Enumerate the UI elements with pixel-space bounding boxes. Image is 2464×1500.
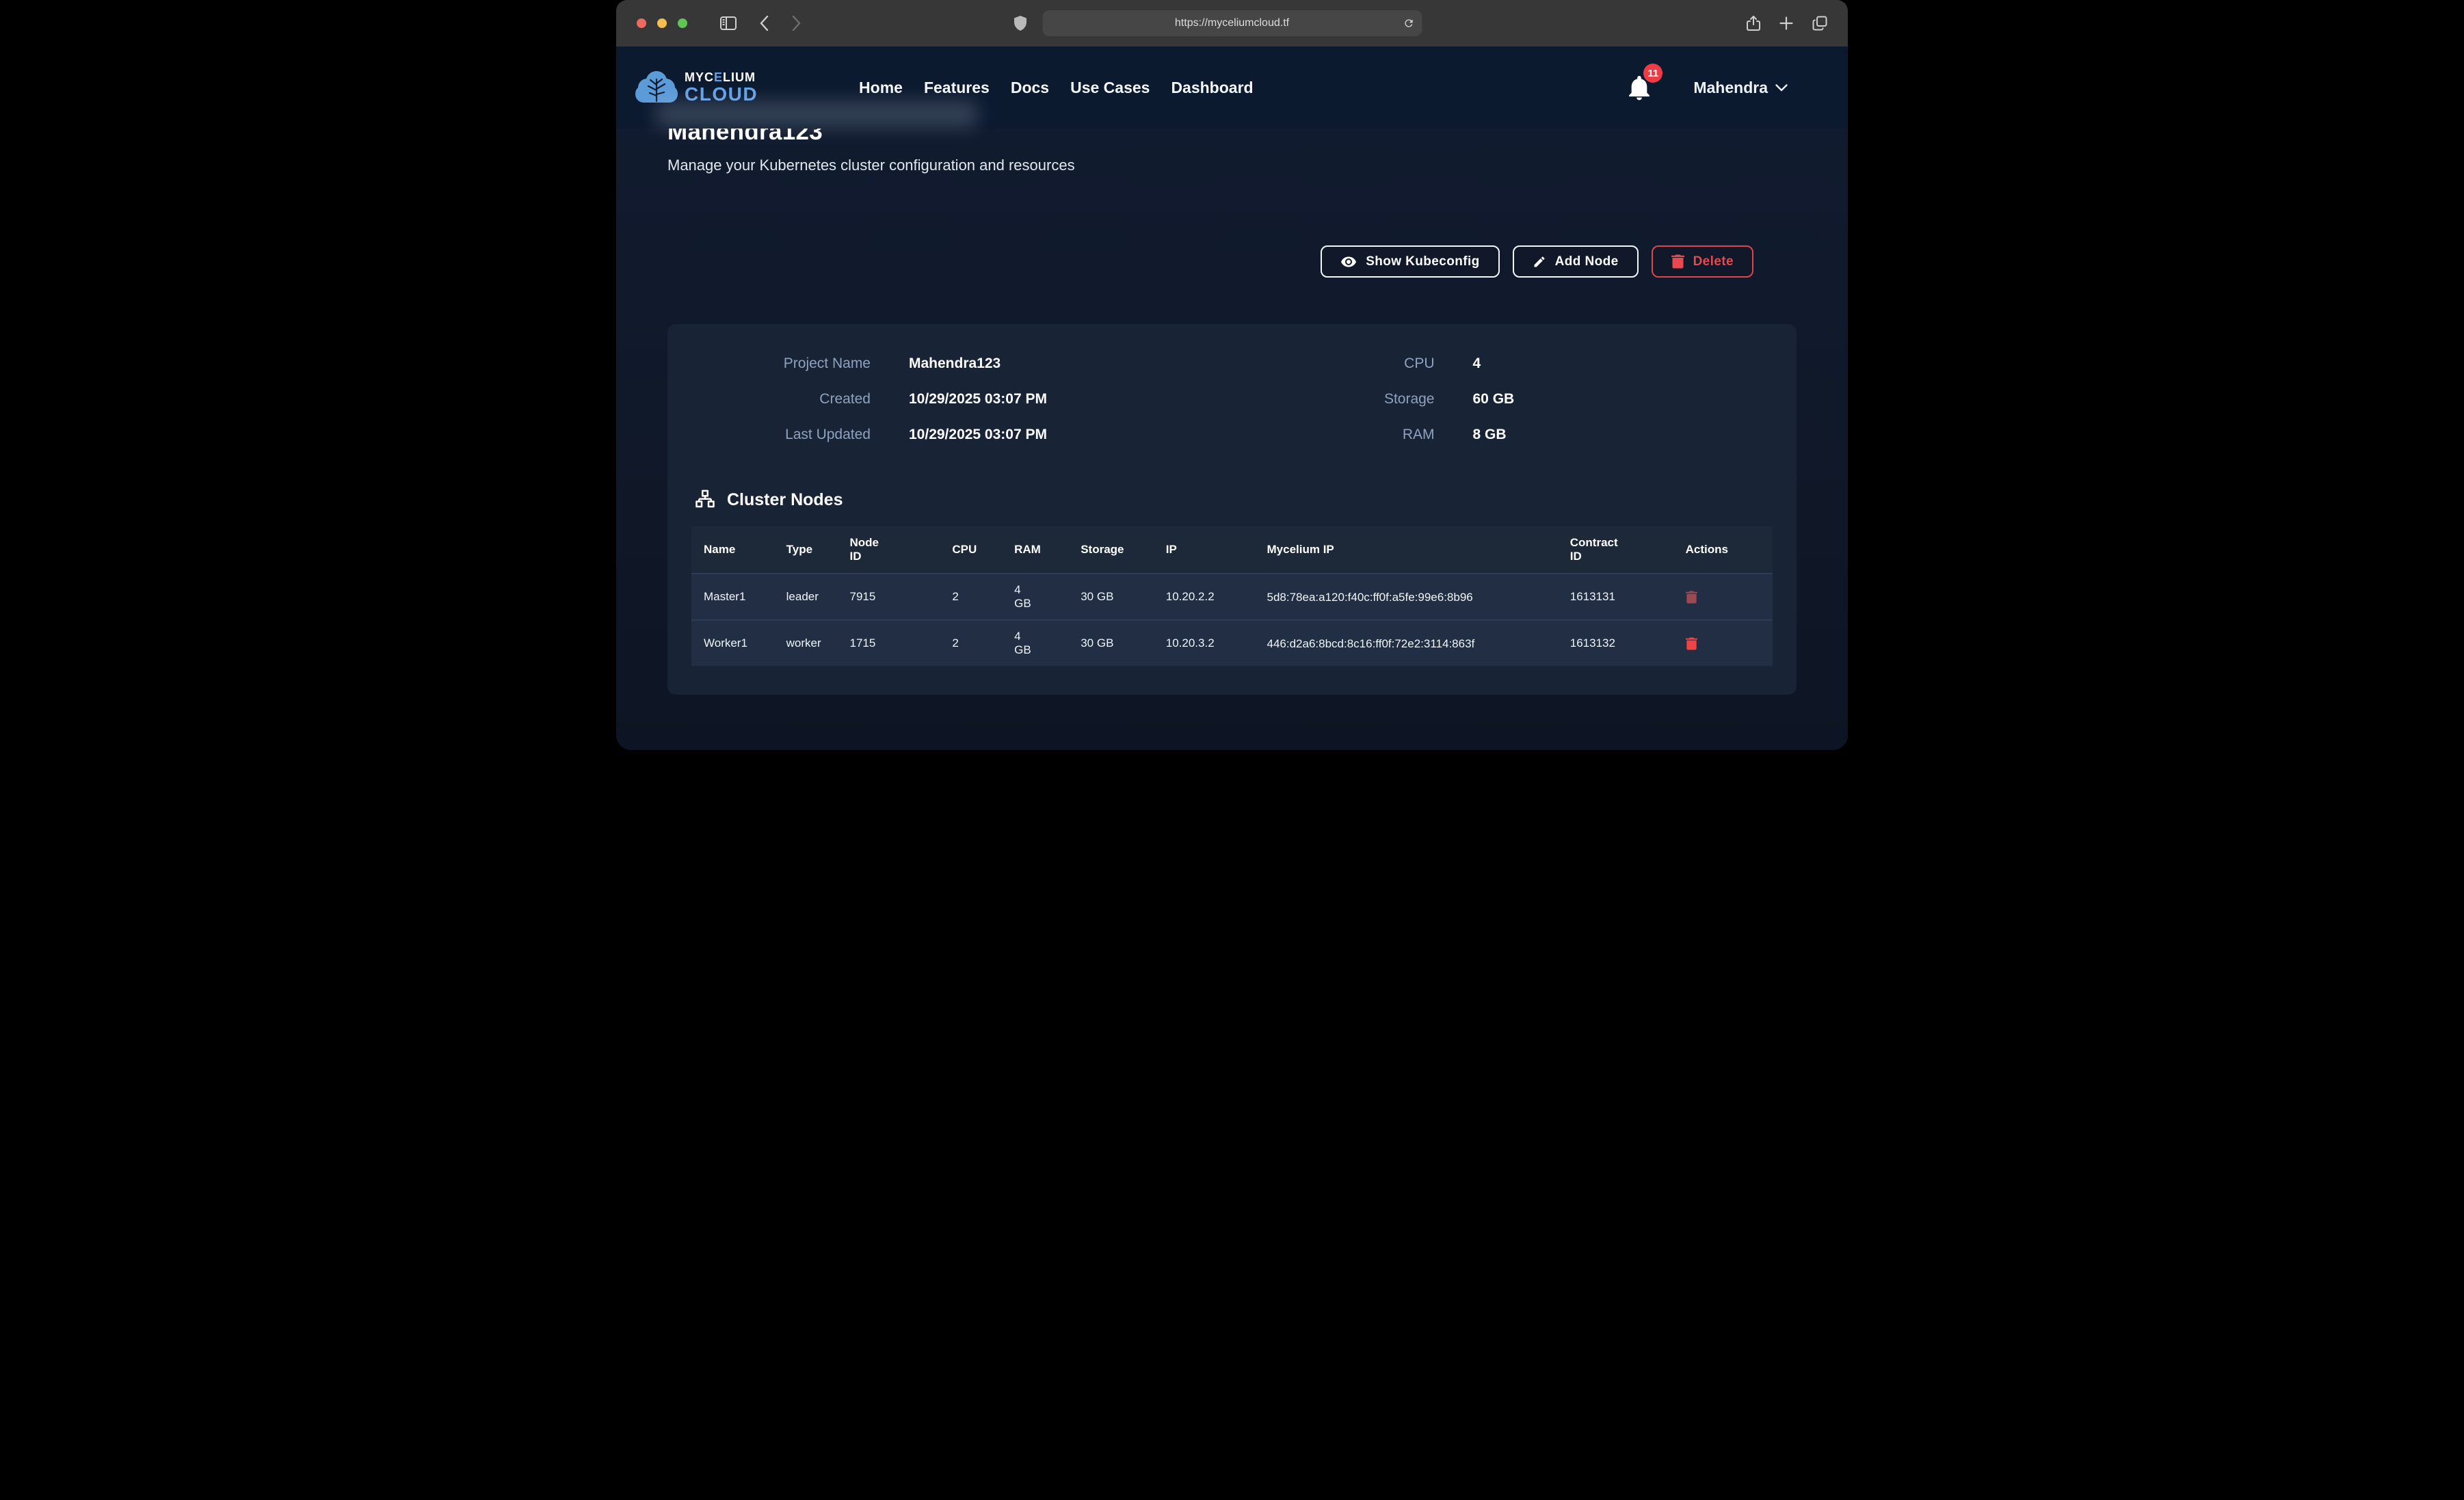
nav-link-home[interactable]: Home <box>859 79 903 97</box>
nav-link-dashboard[interactable]: Dashboard <box>1171 79 1253 97</box>
col-actions: Actions <box>1678 526 1773 574</box>
brand-logo[interactable]: MYCELIUM CLOUD <box>635 70 758 105</box>
cell-cpu: 2 <box>944 574 1006 620</box>
share-icon[interactable] <box>1747 15 1760 31</box>
col-mycelium-ip: Mycelium IP <box>1259 526 1562 574</box>
mycelium-cloud-logo-icon <box>635 70 678 105</box>
detail-cpu: CPU 4 <box>1232 354 1773 373</box>
cluster-nodes-table: Name Type Node ID CPU RAM Storage IP Myc… <box>691 526 1773 666</box>
cell-storage: 30 GB <box>1072 574 1158 620</box>
col-ip: IP <box>1158 526 1259 574</box>
trash-icon <box>1686 637 1697 650</box>
add-node-button[interactable]: Add Node <box>1513 245 1639 278</box>
detail-created: Created 10/29/2025 03:07 PM <box>691 390 1232 409</box>
minimize-window-button[interactable] <box>657 18 667 28</box>
cell-actions <box>1678 574 1773 620</box>
dashboard-page: Mahendra123 Manage your Kubernetes clust… <box>616 129 1848 750</box>
cell-cpu: 2 <box>944 620 1006 666</box>
user-menu[interactable]: Mahendra <box>1693 79 1788 97</box>
pencil-icon <box>1533 255 1546 269</box>
nav-links: Home Features Docs Use Cases Dashboard <box>859 79 1254 97</box>
sidebar-toggle-icon[interactable] <box>720 16 737 30</box>
col-storage: Storage <box>1072 526 1158 574</box>
page-title: Mahendra123 <box>667 129 1797 146</box>
detail-last-updated: Last Updated 10/29/2025 03:07 PM <box>691 425 1232 444</box>
show-kubeconfig-button[interactable]: Show Kubeconfig <box>1321 245 1499 278</box>
cell-name: Master1 <box>691 574 778 620</box>
nav-link-use-cases[interactable]: Use Cases <box>1070 79 1150 97</box>
browser-window: https://myceliumcloud.tf <box>616 0 1848 750</box>
nav-link-features[interactable]: Features <box>924 79 990 97</box>
cell-ip: 10.20.2.2 <box>1158 574 1259 620</box>
reload-icon[interactable] <box>1403 18 1414 29</box>
browser-chrome: https://myceliumcloud.tf <box>616 0 1848 46</box>
trash-icon <box>1671 254 1684 269</box>
user-name: Mahendra <box>1693 79 1768 97</box>
delete-node-button[interactable] <box>1686 637 1697 650</box>
page-subtitle: Manage your Kubernetes cluster configura… <box>667 157 1797 174</box>
address-bar-url: https://myceliumcloud.tf <box>1175 17 1289 29</box>
cluster-details: Project Name Mahendra123 Created 10/29/2… <box>691 351 1773 473</box>
nav-link-docs[interactable]: Docs <box>1011 79 1049 97</box>
cell-node-id: 7915 <box>842 574 944 620</box>
detail-project-name: Project Name Mahendra123 <box>691 354 1232 373</box>
cluster-actions: Show Kubeconfig Add Node Delete <box>667 245 1797 278</box>
address-bar[interactable]: https://myceliumcloud.tf <box>1042 10 1422 36</box>
forward-icon[interactable] <box>792 16 801 31</box>
trash-icon <box>1686 591 1697 604</box>
chevron-down-icon <box>1775 84 1788 92</box>
cell-mycelium-ip: 5d8:78ea:a120:f40c:ff0f:a5fe:99e6:8b96 <box>1259 574 1562 620</box>
col-name: Name <box>691 526 778 574</box>
blurred-title-ghost <box>656 101 977 127</box>
cluster-nodes-icon <box>695 490 715 510</box>
privacy-shield-icon[interactable] <box>1014 16 1026 31</box>
cell-storage: 30 GB <box>1072 620 1158 666</box>
notifications-button[interactable]: 11 <box>1628 75 1651 101</box>
cell-actions <box>1678 620 1773 666</box>
col-contract-id: Contract ID <box>1562 526 1678 574</box>
delete-node-button[interactable] <box>1686 591 1697 604</box>
col-node-id: Node ID <box>842 526 944 574</box>
cluster-details-card: Project Name Mahendra123 Created 10/29/2… <box>667 324 1797 695</box>
cell-contract-id: 1613131 <box>1562 574 1678 620</box>
maximize-window-button[interactable] <box>678 18 687 28</box>
delete-cluster-button[interactable]: Delete <box>1652 245 1753 278</box>
cell-mycelium-ip: 446:d2a6:8bcd:8c16:ff0f:72e2:3114:863f <box>1259 620 1562 666</box>
table-header-row: Name Type Node ID CPU RAM Storage IP Myc… <box>691 526 1773 574</box>
notification-count-badge: 11 <box>1643 64 1662 83</box>
back-icon[interactable] <box>760 16 769 31</box>
cell-type: leader <box>778 574 842 620</box>
col-ram: RAM <box>1006 526 1072 574</box>
table-row: Master1 leader 7915 2 4 GB 30 GB 10.20.2… <box>691 574 1773 620</box>
cell-type: worker <box>778 620 842 666</box>
new-tab-icon[interactable] <box>1779 16 1793 30</box>
cell-name: Worker1 <box>691 620 778 666</box>
table-row: Worker1 worker 1715 2 4 GB 30 GB 10.20.3… <box>691 620 1773 666</box>
cell-ram: 4 GB <box>1006 574 1072 620</box>
detail-ram: RAM 8 GB <box>1232 425 1773 444</box>
cell-contract-id: 1613132 <box>1562 620 1678 666</box>
cell-ip: 10.20.3.2 <box>1158 620 1259 666</box>
close-window-button[interactable] <box>637 18 646 28</box>
site-navbar: MYCELIUM CLOUD Home Features Docs Use Ca… <box>616 46 1848 129</box>
cell-ram: 4 GB <box>1006 620 1072 666</box>
col-type: Type <box>778 526 842 574</box>
brand-wordmark: MYCELIUM CLOUD <box>685 71 758 104</box>
tab-overview-icon[interactable] <box>1812 16 1827 31</box>
cluster-nodes-heading: Cluster Nodes <box>695 490 1773 510</box>
cell-node-id: 1715 <box>842 620 944 666</box>
detail-storage: Storage 60 GB <box>1232 390 1773 409</box>
traffic-lights <box>637 0 687 46</box>
eye-icon <box>1340 256 1357 268</box>
col-cpu: CPU <box>944 526 1006 574</box>
